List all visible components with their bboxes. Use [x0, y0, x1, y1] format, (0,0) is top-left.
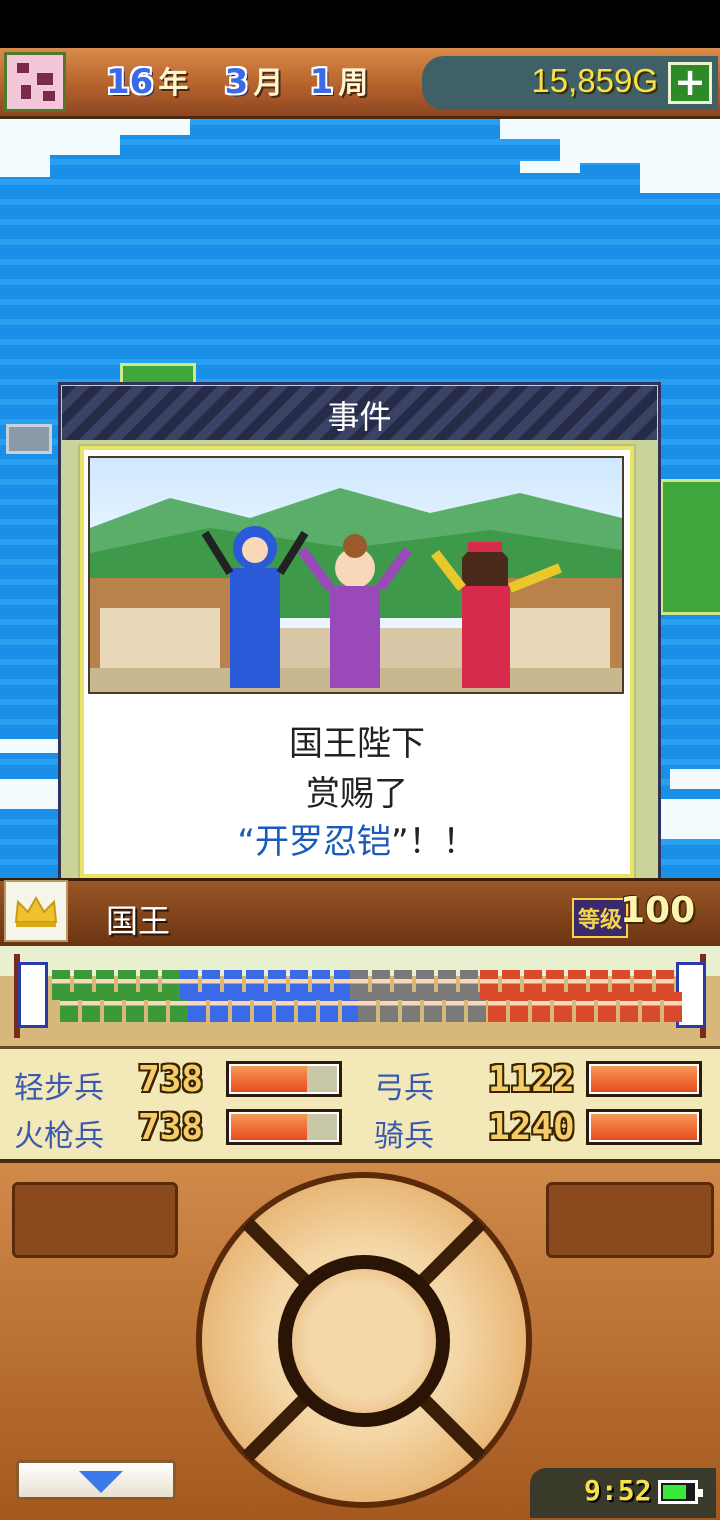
troop-bar-cavalry: [586, 1109, 702, 1145]
left-menu-slot[interactable]: [12, 1182, 178, 1258]
reward-item-name: 开罗忍铠: [255, 822, 391, 862]
status-bar: [0, 0, 720, 48]
army-formation: [0, 946, 720, 1049]
troop-label-cavalry: 骑兵: [374, 1119, 434, 1154]
date-display: 16 年 3 月 1 周: [106, 58, 368, 102]
week-value: 1: [309, 62, 334, 102]
celebration-scene-image: [90, 488, 622, 692]
troop-label-musketeer: 火枪兵: [14, 1119, 104, 1154]
dpad-center-button[interactable]: [278, 1255, 450, 1427]
troop-stats-panel: 轻步兵 738 弓兵 1122 火枪兵 738 骑兵 1240: [0, 1049, 720, 1163]
soldier-sprite: [664, 992, 682, 1022]
item-open-quote: “: [237, 822, 255, 862]
year-unit: 年: [158, 66, 189, 101]
month-value: 3: [224, 62, 249, 102]
scroll-down-button[interactable]: [16, 1460, 176, 1500]
event-dialog-title: 事件: [327, 398, 392, 436]
year-value: 16: [106, 62, 154, 102]
month-unit: 月: [253, 66, 284, 101]
event-message-line2: 赏赐了: [306, 774, 408, 814]
player-avatar[interactable]: [4, 52, 66, 112]
event-illustration: [88, 456, 624, 694]
chevron-down-icon: [79, 1471, 123, 1493]
right-menu-slot[interactable]: [546, 1182, 714, 1258]
add-gold-button[interactable]: +: [668, 62, 712, 104]
week-unit: 周: [338, 66, 369, 101]
troop-value-archer: 1122: [488, 1059, 575, 1100]
troop-label-light-infantry: 轻步兵: [14, 1071, 104, 1106]
troop-value-light-infantry: 738: [138, 1059, 204, 1100]
king-name: 国王: [106, 902, 171, 940]
item-close-punctuation: ”！！: [391, 822, 477, 862]
battery-icon: [658, 1480, 703, 1504]
troop-bar-light-infantry: [226, 1061, 342, 1097]
troop-label-archer: 弓兵: [374, 1071, 434, 1106]
troop-bar-musketeer: [226, 1109, 342, 1145]
troop-value-cavalry: 1240: [488, 1107, 575, 1148]
left-banner: [18, 962, 48, 1028]
gold-amount: 15,859G: [531, 62, 658, 99]
crown-icon[interactable]: [4, 880, 68, 942]
level-value: 100: [620, 890, 696, 931]
event-message-item: “开罗忍铠”！！: [80, 814, 634, 863]
troop-bar-archer: [586, 1061, 702, 1097]
clock-time: 9:52: [584, 1474, 652, 1507]
event-message-line1: 国王陛下: [289, 724, 425, 764]
troop-value-musketeer: 738: [138, 1107, 204, 1148]
